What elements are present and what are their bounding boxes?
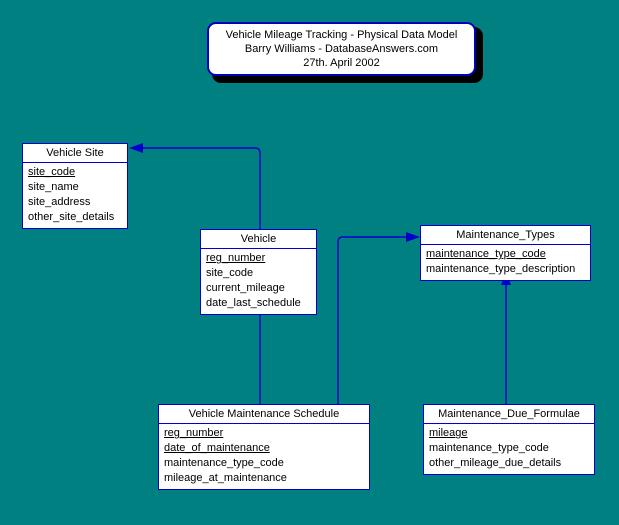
attribute-row: date_of_maintenance — [159, 441, 369, 456]
title-line-1: Vehicle Mileage Tracking - Physical Data… — [225, 28, 458, 41]
entity-attributes-maintenance-due-formulae: mileage maintenance_type_code other_mile… — [424, 424, 594, 474]
attribute-label: reg_number — [164, 427, 224, 440]
attribute-row: site_code — [23, 165, 127, 180]
attribute-label: maintenance_type_code — [426, 248, 546, 261]
attribute-row: maintenance_type_description — [421, 262, 590, 277]
entity-title-vehicle: Vehicle — [201, 230, 316, 250]
attribute-label: maintenance_type_description — [426, 263, 576, 276]
attribute-row: current_mileage — [201, 281, 316, 296]
diagram-canvas: Vehicle Mileage Tracking - Physical Data… — [0, 0, 619, 525]
attribute-label: site_code — [206, 267, 254, 280]
attribute-row: reg_number — [159, 426, 369, 441]
attribute-row: reg_number — [201, 251, 316, 266]
attribute-label: date_last_schedule — [206, 297, 301, 310]
attribute-row: maintenance_type_code — [424, 441, 594, 456]
arrowhead-right-maintenance-types — [406, 232, 420, 242]
attribute-label: maintenance_type_code — [429, 442, 549, 455]
attribute-label: other_mileage_due_details — [429, 457, 562, 470]
entity-title-maintenance-types: Maintenance_Types — [421, 226, 590, 246]
attribute-label: other_site_details — [28, 211, 115, 224]
entity-vehicle-maintenance-schedule[interactable]: Vehicle Maintenance Schedule reg_number … — [158, 404, 370, 491]
attribute-row: site_code — [201, 266, 316, 281]
entity-attributes-vehicle: reg_number site_code current_mileage dat… — [201, 249, 316, 314]
title-line-3: 27th. April 2002 — [303, 57, 380, 70]
attribute-row: date_last_schedule — [201, 296, 316, 311]
attribute-label: mileage — [429, 427, 468, 440]
attribute-label: date_of_maintenance — [164, 442, 270, 455]
entity-attributes-vehicle-maintenance-schedule: reg_number date_of_maintenance maintenan… — [159, 424, 369, 489]
entity-title-maintenance-due-formulae: Maintenance_Due_Formulae — [424, 405, 594, 425]
attribute-row: maintenance_type_code — [159, 456, 369, 471]
attribute-row: other_site_details — [23, 210, 127, 225]
entity-attributes-maintenance-types: maintenance_type_code maintenance_type_d… — [421, 245, 590, 280]
entity-maintenance-due-formulae[interactable]: Maintenance_Due_Formulae mileage mainten… — [423, 404, 595, 476]
entity-title-vehicle-site: Vehicle Site — [23, 144, 127, 164]
attribute-row: maintenance_type_code — [421, 247, 590, 262]
attribute-label: maintenance_type_code — [164, 457, 284, 470]
entity-title-vehicle-maintenance-schedule: Vehicle Maintenance Schedule — [159, 405, 369, 425]
attribute-label: reg_number — [206, 252, 266, 265]
entity-vehicle[interactable]: Vehicle reg_number site_code current_mil… — [200, 229, 317, 316]
attribute-label: mileage_at_maintenance — [164, 472, 287, 485]
entity-attributes-vehicle-site: site_code site_name site_address other_s… — [23, 163, 127, 228]
attribute-label: site_name — [28, 181, 79, 194]
attribute-row: mileage_at_maintenance — [159, 471, 369, 486]
entity-vehicle-site[interactable]: Vehicle Site site_code site_name site_ad… — [22, 143, 128, 230]
relationship-vehicle-to-vehicle-site — [143, 147, 261, 231]
attribute-label: site_code — [28, 166, 76, 179]
arrowhead-left-vehicle-site — [129, 143, 143, 153]
relationship-schedule-to-maintenance-types — [337, 236, 406, 405]
attribute-label: current_mileage — [206, 282, 285, 295]
attribute-row: other_mileage_due_details — [424, 456, 594, 471]
attribute-label: site_address — [28, 196, 91, 209]
title-card: Vehicle Mileage Tracking - Physical Data… — [207, 22, 476, 76]
title-line-2: Barry Williams - DatabaseAnswers.com — [244, 42, 439, 55]
entity-maintenance-types[interactable]: Maintenance_Types maintenance_type_code … — [420, 225, 591, 282]
attribute-row: mileage — [424, 426, 594, 441]
attribute-row: site_name — [23, 180, 127, 195]
attribute-row: site_address — [23, 195, 127, 210]
